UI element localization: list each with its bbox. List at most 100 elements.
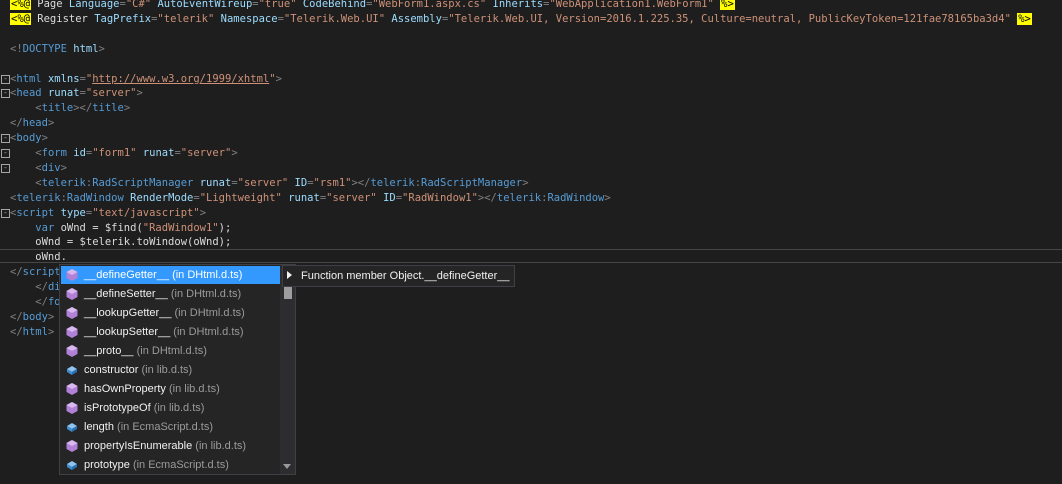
code-token: body	[22, 310, 48, 323]
code-token: "RadWindow1"	[402, 191, 478, 204]
completion-item-name: hasOwnProperty	[84, 383, 166, 395]
code-token: ></	[351, 176, 371, 189]
code-line: </script	[10, 265, 61, 280]
code-token: oWnd =	[54, 221, 105, 234]
completion-item-name: __lookupGetter__	[84, 307, 172, 319]
collapse-toggle-icon[interactable]: -	[1, 163, 10, 173]
directive-open-marker: <%@	[10, 12, 31, 25]
method-icon	[66, 269, 78, 281]
code-line: <%@ Register TagPrefix="telerik" Namespa…	[10, 12, 1032, 27]
completion-item-source: (in lib.d.ts)	[195, 440, 247, 452]
code-token: script	[16, 206, 55, 219]
tooltip-text: Function member Object.__defineGetter__	[301, 270, 510, 282]
code-token: >	[136, 87, 143, 100]
completion-item[interactable]: __defineSetter__ (in DHtml.d.ts)	[61, 285, 280, 303]
completion-item-source: (in DHtml.d.ts)	[136, 345, 207, 357]
code-token: </	[10, 310, 23, 323]
code-token: >	[231, 147, 238, 159]
code-token: $find	[104, 221, 137, 234]
code-line: var oWnd = $find("RadWindow1");	[10, 221, 231, 236]
code-token: "Telerik.Web.UI, Version=2016.1.225.35, …	[448, 12, 1011, 25]
code-token: >	[47, 310, 55, 323]
completion-item[interactable]: hasOwnProperty (in lib.d.ts)	[61, 380, 280, 398]
code-token: var	[35, 221, 55, 234]
completion-item-label: hasOwnProperty (in lib.d.ts)	[84, 380, 220, 398]
code-token: >	[47, 325, 55, 338]
code-token: oWnd =	[10, 236, 80, 249]
completion-item[interactable]: constructor (in lib.d.ts)	[61, 361, 280, 379]
completion-item[interactable]: length (in EcmaScript.d.ts)	[61, 418, 280, 436]
completion-item-source: (in DHtml.d.ts)	[174, 307, 245, 319]
code-token: RenderMode	[130, 191, 194, 204]
code-token: type	[60, 206, 86, 219]
code-token: runat	[288, 191, 320, 204]
method-icon	[66, 288, 78, 300]
completion-item[interactable]: isPrototypeOf (in lib.d.ts)	[61, 399, 280, 417]
completion-item[interactable]: __lookupGetter__ (in DHtml.d.ts)	[61, 304, 280, 322]
property-icon	[67, 461, 77, 470]
collapse-toggle-icon[interactable]: -	[1, 134, 10, 144]
completion-item-source: (in lib.d.ts)	[153, 402, 205, 414]
code-token: "text/javascript"	[92, 206, 200, 219]
code-line: <body>	[10, 131, 48, 146]
completion-item-label: __proto__ (in DHtml.d.ts)	[84, 342, 207, 360]
tooltip-pointer-icon	[287, 271, 292, 279]
completion-item[interactable]: prototype (in EcmaScript.d.ts)	[61, 456, 280, 474]
code-line: oWnd = $telerik.toWindow(oWnd);	[10, 235, 231, 250]
code-line: <script type="text/javascript">	[10, 206, 206, 221]
completion-item-source: (in DHtml.d.ts)	[170, 288, 242, 300]
code-token: http://www.w3.org/1999/xhtml	[92, 72, 270, 85]
method-icon	[66, 402, 78, 414]
completion-item-source: (in EcmaScript.d.ts)	[132, 459, 229, 471]
collapse-toggle-icon[interactable]: -	[1, 208, 10, 218]
code-line: </di	[10, 280, 60, 295]
intellisense-completion-list[interactable]: __defineGetter__ (in DHtml.d.ts) __define…	[59, 264, 296, 475]
code-token: >	[604, 191, 611, 204]
scroll-down-arrow-icon[interactable]	[283, 464, 291, 469]
completion-item-name: __defineGetter__	[84, 269, 170, 281]
code-line: <telerik:RadWindow RenderMode="Lightweig…	[10, 191, 611, 206]
collapse-toggle-icon[interactable]: -	[1, 89, 10, 99]
completion-item[interactable]: __proto__ (in DHtml.d.ts)	[61, 342, 280, 360]
code-token: >	[41, 132, 48, 145]
code-token: "RadWindow1"	[142, 221, 219, 234]
code-token: toWindow	[136, 236, 188, 249]
directive-close-marker: %>	[1017, 12, 1032, 25]
collapse-toggle-icon[interactable]: -	[1, 74, 10, 84]
code-line: </html>	[10, 325, 54, 340]
code-line: <!DOCTYPE html>	[10, 42, 105, 57]
collapse-toggle-icon[interactable]: -	[1, 149, 10, 158]
method-icon	[66, 440, 78, 452]
completion-scrollbar[interactable]	[280, 265, 295, 474]
code-token: html	[73, 42, 99, 55]
code-token: CodeBehind	[302, 0, 367, 10]
completion-item-label: constructor (in lib.d.ts)	[84, 361, 192, 379]
completion-item[interactable]: __defineGetter__ (in DHtml.d.ts)	[61, 266, 280, 284]
code-token: "server"	[180, 147, 232, 159]
code-token: );	[218, 221, 232, 234]
code-token: >	[98, 42, 105, 55]
code-token: RadScriptManager	[421, 176, 523, 189]
code-token: ID	[294, 176, 308, 189]
code-token: (oWnd);	[187, 236, 232, 249]
completion-item[interactable]: propertyIsEnumerable (in lib.d.ts)	[61, 437, 280, 455]
method-icon	[66, 307, 78, 319]
property-icon	[67, 423, 77, 432]
code-token: </	[10, 266, 23, 279]
code-line: <%@ Page Language="C#" AutoEventWireup="…	[10, 0, 735, 12]
code-line: <head runat="server">	[10, 86, 143, 101]
code-token: AutoEventWireup	[157, 0, 253, 10]
code-token: Assembly	[391, 12, 442, 25]
code-token: runat	[199, 176, 232, 189]
code-token: >	[123, 102, 131, 115]
code-token: form	[41, 147, 67, 159]
completion-item[interactable]: __lookupSetter__ (in DHtml.d.ts)	[61, 323, 280, 341]
completion-item-name: prototype	[84, 459, 130, 471]
completion-item-name: __lookupSetter__	[84, 326, 171, 338]
code-token: DOCTYPE	[22, 42, 67, 55]
code-token: "Lightweight"	[199, 191, 282, 204]
completion-item-label: __lookupSetter__ (in DHtml.d.ts)	[84, 323, 244, 341]
